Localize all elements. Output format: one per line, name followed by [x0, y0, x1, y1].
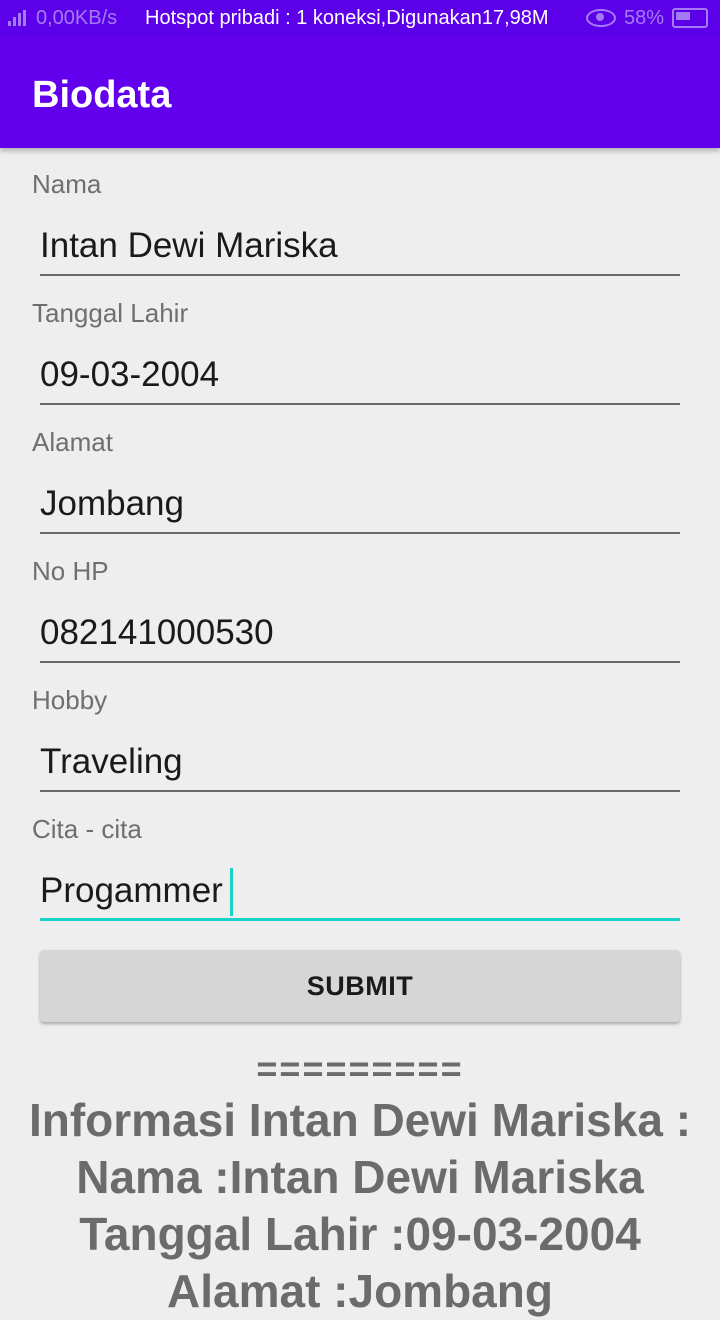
info-separator: =========	[256, 1048, 464, 1089]
app-bar-title: Biodata	[32, 74, 172, 116]
info-alamat: Alamat :Jombang	[167, 1265, 553, 1317]
cita-cita-input[interactable]	[40, 863, 680, 921]
cita-cita-label: Cita - cita	[32, 814, 142, 844]
alamat-input[interactable]	[40, 476, 680, 534]
no-hp-input[interactable]	[40, 605, 680, 663]
hobby-label: Hobby	[32, 685, 108, 715]
tanggal-lahir-label: Tanggal Lahir	[32, 298, 189, 328]
alamat-label: Alamat	[32, 427, 113, 457]
data-speed-text: 0,00KB/s	[36, 6, 118, 29]
battery-icon	[672, 8, 708, 28]
nama-label: Nama	[32, 169, 102, 199]
nama-input[interactable]	[40, 218, 680, 276]
no-hp-label: No HP	[32, 556, 109, 586]
info-heading: Informasi Intan Dewi Mariska :	[28, 1094, 692, 1146]
info-nama: Nama :Intan Dewi Mariska	[76, 1151, 644, 1203]
status-left-group: 0,00KB/s	[8, 0, 117, 36]
status-right-group: 58%	[585, 0, 708, 36]
battery-percent: 58%	[623, 6, 664, 29]
eye-icon	[585, 9, 616, 27]
tanggal-lahir-input[interactable]	[40, 347, 680, 405]
text-cursor	[230, 868, 233, 916]
signal-icon	[8, 10, 30, 26]
info-output: ========= Informasi Intan Dewi Mariska :…	[0, 1046, 720, 1320]
hobby-input[interactable]	[40, 734, 680, 792]
status-bar: 0,00KB/s Hotspot pribadi : 1 koneksi,Dig…	[0, 0, 720, 36]
hotspot-status-text: Hotspot pribadi : 1 koneksi,Digunakan17,…	[145, 7, 549, 29]
info-tanggal-lahir: Tanggal Lahir :09-03-2004	[79, 1208, 641, 1260]
app-bar: Biodata	[0, 36, 720, 148]
submit-button[interactable]: SUBMIT	[40, 950, 680, 1022]
